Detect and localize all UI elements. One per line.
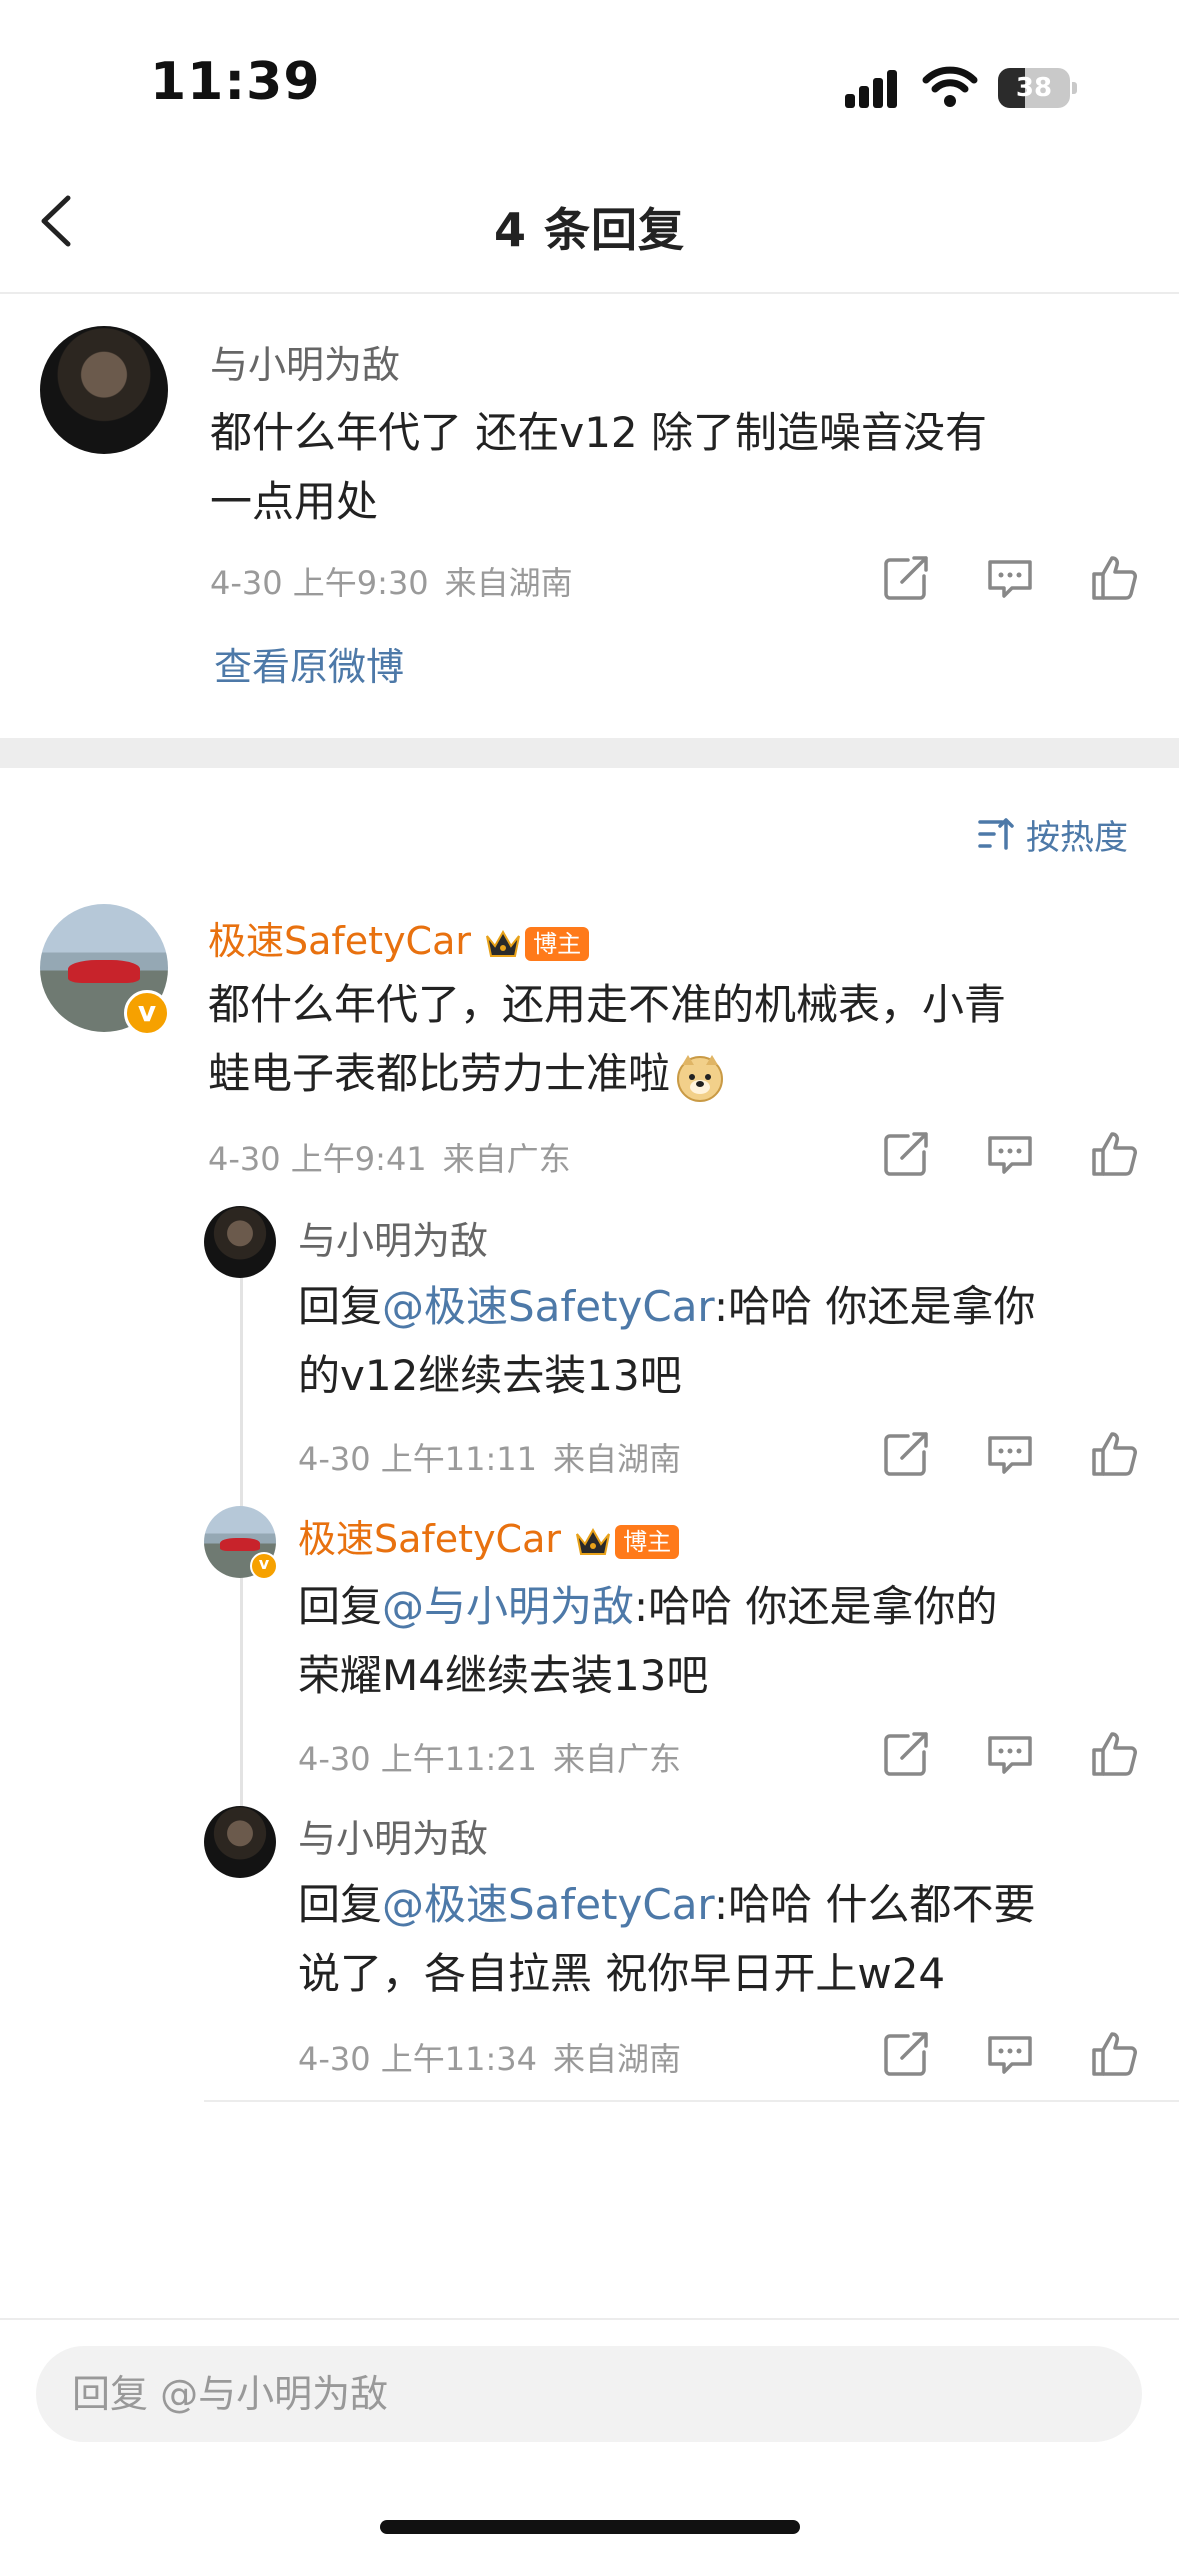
- battery-percent: 38: [1015, 73, 1053, 103]
- avatar[interactable]: [204, 1806, 276, 1878]
- like-icon[interactable]: [1086, 1126, 1142, 1182]
- sub-reply-meta: 4-30 上午11:34 来自湖南: [298, 2034, 681, 2080]
- reply-line-1: 都什么年代了，还用走不准的机械表，小青: [208, 980, 1007, 1029]
- sub-reply-actions: [878, 2026, 1098, 2082]
- crown-icon: [573, 1524, 613, 1560]
- cellular-signal-icon: [845, 68, 905, 108]
- comment-date: 4-30 上午9:30: [210, 564, 429, 602]
- reply-line-2: 蛙电子表都比劳力士准啦: [208, 1049, 671, 1098]
- mention-link[interactable]: @极速SafetyCar: [382, 1282, 714, 1331]
- battery-icon: 38: [998, 68, 1077, 108]
- reply-prefix: 回复: [298, 1582, 383, 1631]
- comment-icon[interactable]: [982, 1426, 1038, 1482]
- author-badge: 博主: [525, 926, 590, 961]
- sub-reply-line-2: 的v12继续去装13吧: [298, 1351, 682, 1400]
- home-indicator: [380, 2520, 800, 2534]
- comment-location: 来自湖南: [444, 564, 573, 602]
- sort-button[interactable]: 按热度: [976, 810, 1128, 858]
- sub-reply-username-text: 极速SafetyCar: [298, 1517, 561, 1561]
- nav-bar: 4 条回复: [0, 150, 1179, 294]
- comment-icon[interactable]: [982, 2026, 1038, 2082]
- page-title: 4 条回复: [493, 203, 686, 257]
- sub-reply-date: 4-30 上午11:34: [298, 2040, 538, 2078]
- comment-text: 都什么年代了 还在v12 除了制造噪音没有 一点用处: [210, 398, 987, 536]
- reply-username-text: 极速SafetyCar: [208, 919, 471, 963]
- status-bar: 11:39 38: [0, 0, 1179, 150]
- verified-v-icon: v: [124, 990, 170, 1036]
- reply-prefix: 回复: [298, 1282, 383, 1331]
- sub-reply-actions: [878, 1726, 1098, 1782]
- comment-meta: 4-30 上午9:30 来自湖南: [210, 558, 573, 604]
- sub-reply-username[interactable]: 与小明为敌: [298, 1210, 488, 1265]
- sub-reply-meta: 4-30 上午11:11 来自湖南: [298, 1434, 681, 1480]
- sub-reply-location: 来自湖南: [553, 1440, 682, 1478]
- reply-date: 4-30 上午9:41: [208, 1140, 427, 1178]
- comment-icon[interactable]: [982, 550, 1038, 606]
- share-icon[interactable]: [878, 1126, 934, 1182]
- comment-icon[interactable]: [982, 1726, 1038, 1782]
- share-icon[interactable]: [878, 550, 934, 606]
- reply-line-2-wrap: 蛙电子表都比劳力士准啦: [208, 1039, 1006, 1108]
- wifi-icon: [922, 66, 978, 107]
- sub-reply-actions: [878, 1426, 1098, 1482]
- sub-reply-line-1: 回复@与小明为敌:哈哈 你还是拿你的: [298, 1572, 998, 1641]
- mention-link[interactable]: @与小明为敌: [382, 1582, 634, 1631]
- like-icon[interactable]: [1086, 1426, 1142, 1482]
- comment-username[interactable]: 与小明为敌: [210, 334, 400, 389]
- sub-reply-line-1-rest: :哈哈 你还是拿你的: [634, 1582, 998, 1631]
- sub-reply-text: 回复@极速SafetyCar:哈哈 你还是拿你 的v12继续去装13吧: [298, 1272, 1035, 1410]
- reply-actions: [878, 1126, 1098, 1182]
- reply-meta: 4-30 上午9:41 来自广东: [208, 1134, 571, 1180]
- sub-reply-line-1-rest: :哈哈 什么都不要: [713, 1880, 1036, 1929]
- sub-reply-line-2: 荣耀M4继续去装13吧: [298, 1651, 709, 1700]
- sub-reply-line-2: 说了，各自拉黑 祝你早日开上w24: [298, 1949, 946, 1998]
- sub-reply-text: 回复@极速SafetyCar:哈哈 什么都不要 说了，各自拉黑 祝你早日开上w2…: [298, 1870, 1035, 2008]
- sub-reply-username[interactable]: 与小明为敌: [298, 1808, 488, 1863]
- reply-prefix: 回复: [298, 1880, 383, 1929]
- sort-label: 按热度: [1026, 817, 1128, 858]
- avatar[interactable]: [204, 1206, 276, 1278]
- sub-reply-line-1: 回复@极速SafetyCar:哈哈 你还是拿你: [298, 1272, 1035, 1341]
- crown-icon: [483, 926, 523, 962]
- doge-emoji-icon: [677, 1054, 724, 1102]
- sub-reply-date: 4-30 上午11:11: [298, 1440, 538, 1478]
- reply-bar: [0, 2318, 1179, 2556]
- verified-v-icon: v: [250, 1552, 278, 1580]
- comment-actions: [878, 550, 1098, 606]
- section-divider: [0, 738, 1179, 768]
- sub-reply-meta: 4-30 上午11:21 来自广东: [298, 1734, 681, 1780]
- like-icon[interactable]: [1086, 2026, 1142, 2082]
- comment-line-1: 都什么年代了 还在v12 除了制造噪音没有: [210, 408, 988, 457]
- like-icon[interactable]: [1086, 1726, 1142, 1782]
- author-badge: 博主: [615, 1524, 680, 1559]
- reply-location: 来自广东: [442, 1140, 571, 1178]
- sort-icon: [978, 818, 1014, 850]
- share-icon[interactable]: [878, 1426, 934, 1482]
- reply-username[interactable]: 极速SafetyCar 博主: [208, 910, 590, 965]
- sub-reply-location: 来自广东: [553, 1740, 682, 1778]
- comment-icon[interactable]: [982, 1126, 1038, 1182]
- sub-reply-text: 回复@与小明为敌:哈哈 你还是拿你的 荣耀M4继续去装13吧: [298, 1572, 998, 1710]
- sub-reply-line-1: 回复@极速SafetyCar:哈哈 什么都不要: [298, 1870, 1035, 1939]
- sub-reply-date: 4-30 上午11:21: [298, 1740, 538, 1778]
- mention-link[interactable]: @极速SafetyCar: [382, 1880, 714, 1929]
- thread-divider: [204, 2100, 1179, 2102]
- share-icon[interactable]: [878, 1726, 934, 1782]
- avatar[interactable]: [40, 326, 168, 454]
- comment-line-2: 一点用处: [210, 477, 379, 526]
- like-icon[interactable]: [1086, 550, 1142, 606]
- view-original-link[interactable]: 查看原微博: [214, 636, 404, 691]
- share-icon[interactable]: [878, 2026, 934, 2082]
- sub-reply-line-1-rest: :哈哈 你还是拿你: [713, 1282, 1036, 1331]
- reply-text: 都什么年代了，还用走不准的机械表，小青 蛙电子表都比劳力士准啦: [208, 970, 1006, 1108]
- reply-input[interactable]: [36, 2346, 1142, 2442]
- status-time: 11:39: [150, 52, 321, 112]
- sub-reply-location: 来自湖南: [553, 2040, 682, 2078]
- sub-reply-username[interactable]: 极速SafetyCar 博主: [298, 1508, 680, 1563]
